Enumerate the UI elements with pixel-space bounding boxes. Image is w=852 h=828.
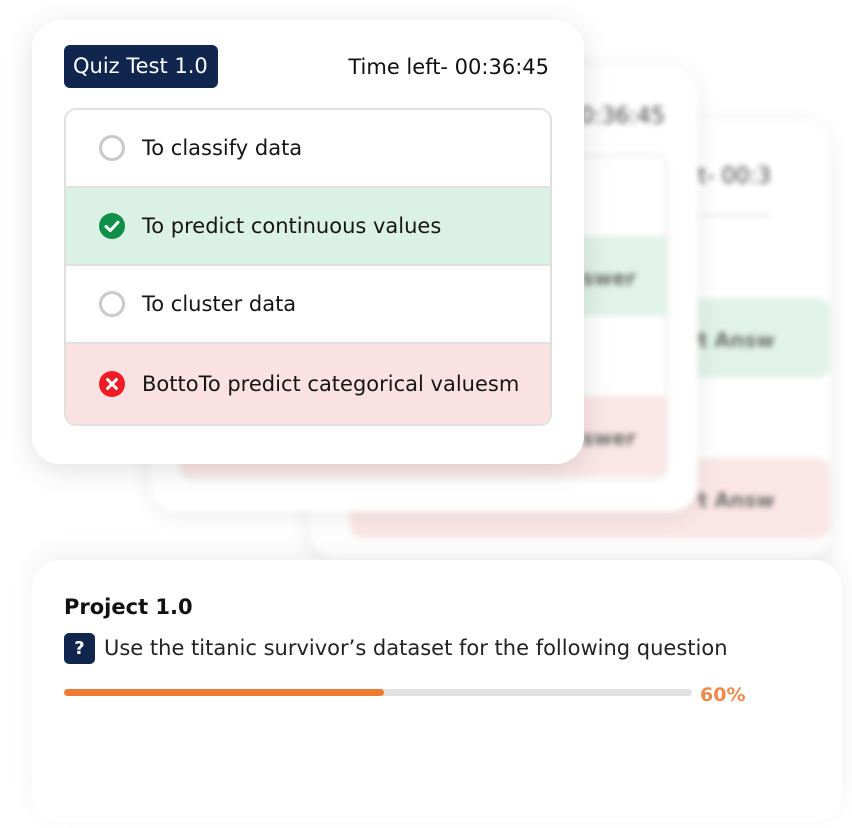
answer-option-label: BottoTo predict categorical valuesm bbox=[142, 372, 520, 396]
project-question-text: Use the titanic survivor’s dataset for t… bbox=[104, 636, 728, 660]
progress-bar-fill bbox=[64, 689, 385, 696]
project-card: Project 1.0 ? Use the titanic survivor’s… bbox=[32, 560, 842, 822]
answer-options: To classify data To predict continuous v… bbox=[64, 108, 552, 426]
answer-option-classify[interactable]: To classify data bbox=[66, 110, 550, 188]
quiz-title-badge: Quiz Test 1.0 bbox=[64, 45, 218, 88]
quiz-card: Quiz Test 1.0 Time left- 00:36:45 To cla… bbox=[32, 20, 584, 464]
quiz-timer: Time left- 00:36:45 bbox=[348, 55, 549, 79]
project-card-fade bbox=[32, 732, 842, 822]
answer-option-categorical[interactable]: BottoTo predict categorical valuesm bbox=[66, 344, 550, 424]
background-card-3-wrong-band bbox=[350, 458, 830, 538]
answer-option-label: To classify data bbox=[142, 136, 303, 160]
check-circle-icon bbox=[96, 210, 128, 242]
progress-bar bbox=[64, 689, 692, 696]
answer-option-label: To predict continuous values bbox=[142, 214, 442, 238]
progress-percent-label: 60% bbox=[700, 684, 746, 706]
background-card-3-option-b: t Answ bbox=[698, 488, 775, 512]
question-mark-icon: ? bbox=[64, 633, 95, 664]
answer-option-label: To cluster data bbox=[142, 292, 297, 316]
answer-option-cluster[interactable]: To cluster data bbox=[66, 266, 550, 344]
background-card-2-timer: 0:36:45 bbox=[580, 104, 665, 129]
radio-empty-icon bbox=[96, 132, 128, 164]
background-card-2-option-a: swer bbox=[582, 266, 636, 290]
answer-option-continuous[interactable]: To predict continuous values bbox=[66, 188, 550, 266]
background-card-2-option-b: swer bbox=[582, 426, 636, 450]
background-card-3-timer: t- 00:3 bbox=[698, 164, 771, 189]
background-card-3-option-a: t Answ bbox=[698, 328, 775, 352]
x-circle-icon bbox=[96, 368, 128, 400]
project-title: Project 1.0 bbox=[64, 595, 193, 619]
radio-empty-icon bbox=[96, 288, 128, 320]
